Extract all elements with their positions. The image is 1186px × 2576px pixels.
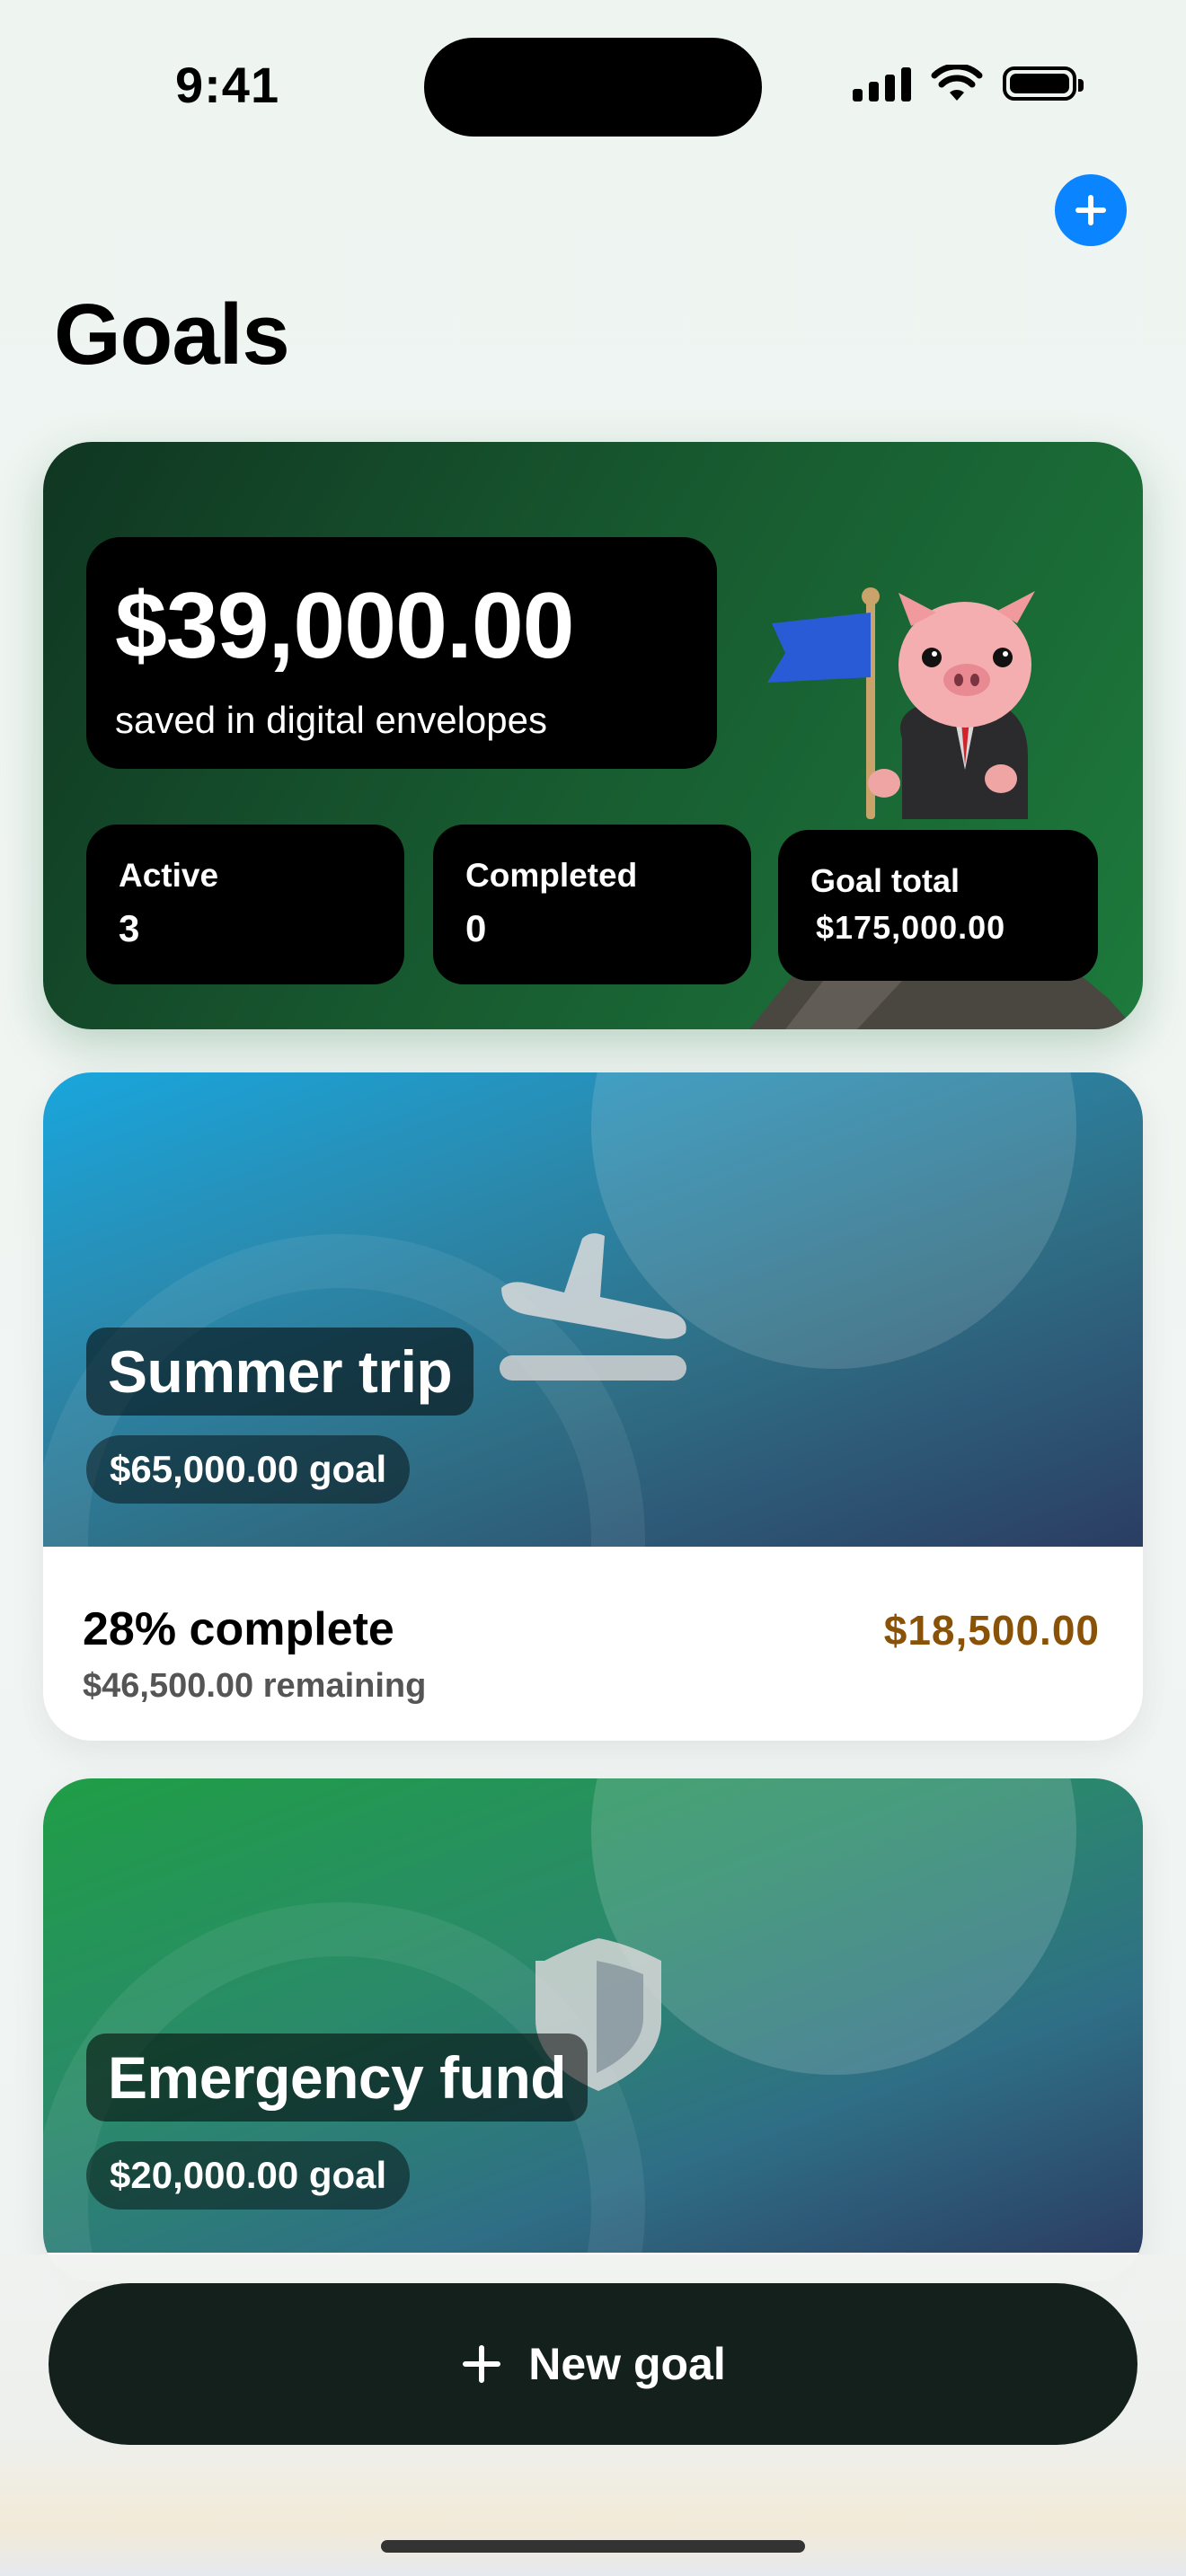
goal-name: Summer trip <box>86 1328 474 1416</box>
new-goal-button[interactable]: New goal <box>49 2283 1137 2445</box>
goal-name: Emergency fund <box>86 2033 589 2122</box>
active-value: 3 <box>119 907 140 949</box>
goal-total-label: Goal total <box>810 862 960 899</box>
goal-card-emergency-fund[interactable]: Emergency fund $20,000.00 goal <box>43 1778 1143 2281</box>
goal-total-value: $175,000.00 <box>816 909 1006 946</box>
dynamic-island <box>424 38 762 137</box>
goal-card-summer-trip[interactable]: Summer trip $65,000.00 goal 28% complete… <box>43 1072 1143 1741</box>
page-title: Goals <box>54 287 290 383</box>
wifi-icon <box>931 65 983 101</box>
active-goals-stat: Active 3 <box>86 825 404 984</box>
plus-icon <box>463 2345 501 2383</box>
goal-remaining: $46,500.00 remaining <box>83 1667 427 1705</box>
savings-summary-card: $39,000.00 saved in digital envelopes Ac… <box>43 442 1143 1029</box>
completed-goals-stat: Completed 0 <box>433 825 751 984</box>
status-icons <box>853 65 1084 102</box>
completed-value: 0 <box>465 907 487 949</box>
goal-total-stat: Goal total $175,000.00 <box>778 830 1098 981</box>
goal-target: $65,000.00 goal <box>86 1435 411 1504</box>
saved-amount: $39,000.00 <box>115 574 575 678</box>
active-label: Active <box>119 857 219 894</box>
home-indicator[interactable] <box>381 2540 805 2553</box>
airplane-icon <box>500 1233 686 1381</box>
battery-icon <box>1003 66 1084 101</box>
goal-saved-amount: $18,500.00 <box>883 1607 1100 1654</box>
new-goal-label: New goal <box>528 2339 726 2389</box>
completed-label: Completed <box>465 857 638 894</box>
saved-total-box: $39,000.00 saved in digital envelopes <box>86 537 717 769</box>
goal-hero: Emergency fund $20,000.00 goal <box>43 1778 1143 2253</box>
cellular-signal-icon <box>853 66 911 101</box>
goal-target: $20,000.00 goal <box>86 2141 411 2210</box>
add-goal-button[interactable] <box>1055 174 1127 246</box>
goal-progress-text: 28% complete <box>83 1603 394 1655</box>
plus-icon <box>1075 195 1106 225</box>
status-time: 9:41 <box>175 57 280 113</box>
goal-hero: Summer trip $65,000.00 goal <box>43 1072 1143 1547</box>
saved-caption: saved in digital envelopes <box>115 699 547 741</box>
